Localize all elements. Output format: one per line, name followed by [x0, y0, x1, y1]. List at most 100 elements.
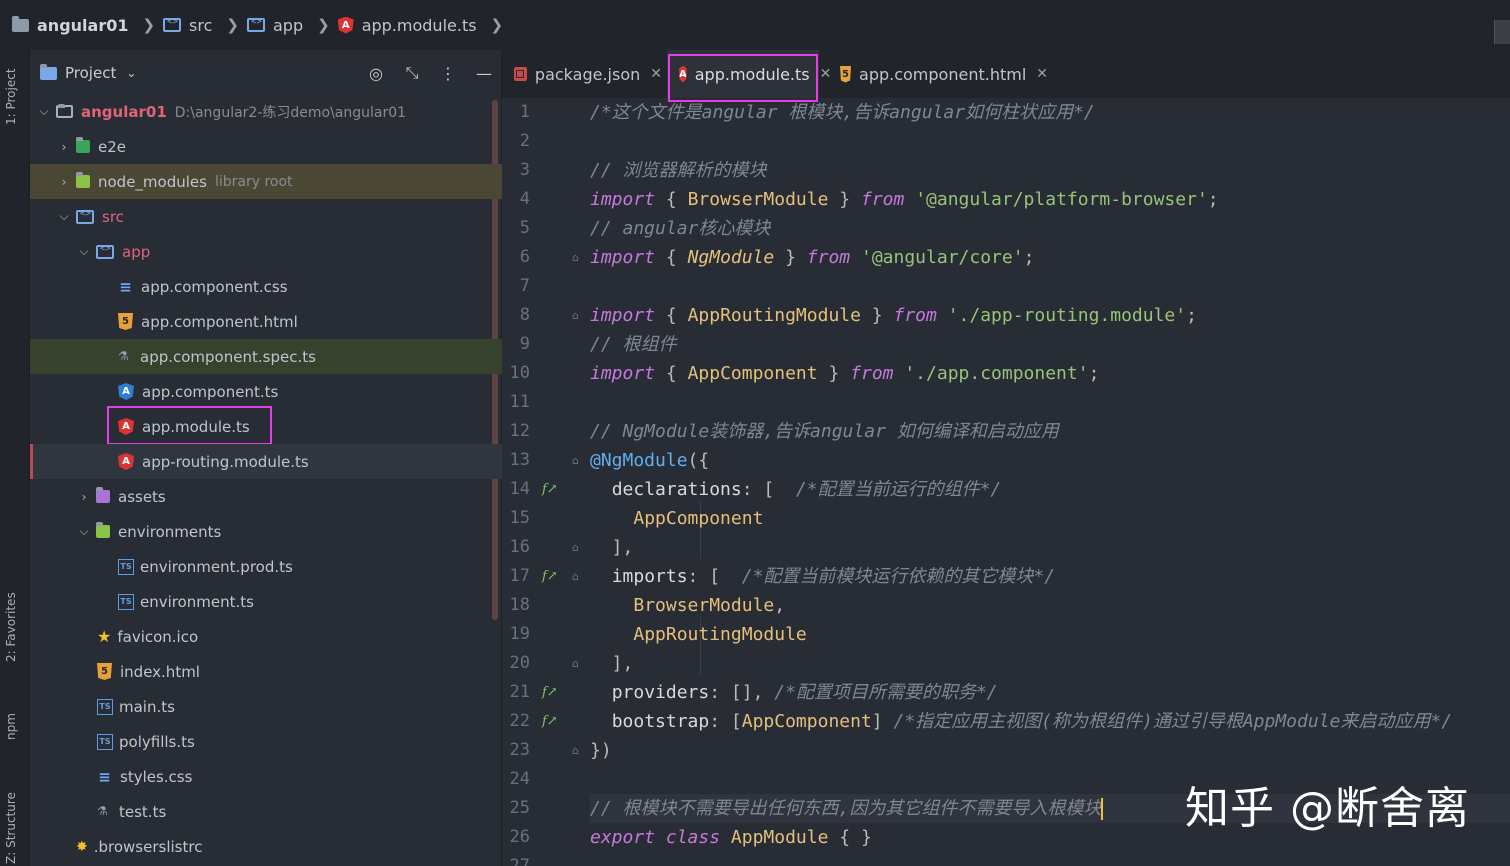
tree-item-app[interactable]: ⌵ app	[30, 234, 502, 269]
tree-item-app-component-ts[interactable]: A app.component.ts	[30, 374, 502, 409]
tree-item-polyfills[interactable]: TS polyfills.ts	[30, 724, 502, 759]
code-line-19: AppRoutingModule	[633, 624, 807, 645]
line-number: 12	[509, 421, 530, 441]
line-number: 10	[509, 363, 530, 383]
tree-item-app-routing[interactable]: A app-routing.module.ts	[30, 444, 502, 479]
tree-item-favicon[interactable]: ★ favicon.ico	[30, 619, 502, 654]
chevron-down-icon: ⌵	[79, 244, 89, 258]
code-line-17: imports: [ /*配置当前模块运行依赖的其它模块*/	[611, 566, 1056, 587]
code-line-10: import { AppComponent } from './app.comp…	[590, 363, 1100, 384]
close-icon[interactable]: ✕	[650, 66, 662, 82]
tree-item-assets[interactable]: › assets	[30, 479, 502, 514]
fold-icon[interactable]: ⌂	[572, 562, 584, 591]
breadcrumb-item-project[interactable]: angular01	[12, 15, 128, 35]
close-icon[interactable]: ✕	[1036, 66, 1048, 82]
tree-item-app-component-html[interactable]: 5 app.component.html	[30, 304, 502, 339]
tree-item-environment-prod[interactable]: TS environment.prod.ts	[30, 549, 502, 584]
npm-tool-tab[interactable]: npm	[4, 713, 18, 740]
line-number: 18	[509, 595, 530, 615]
tree-item-test[interactable]: ⚗ test.ts	[30, 794, 502, 829]
breadcrumb-item-file[interactable]: A app.module.ts	[337, 16, 477, 35]
source-folder-icon	[163, 17, 182, 32]
fold-icon[interactable]: ⌂	[572, 533, 584, 562]
json-icon	[514, 67, 527, 81]
line-number: 1	[519, 102, 530, 122]
tree-item-e2e[interactable]: › e2e	[30, 129, 502, 164]
implemented-marker-icon[interactable]: f↗	[542, 562, 562, 591]
breadcrumb-item-src[interactable]: src	[163, 16, 212, 35]
fold-icon[interactable]: ⌂	[572, 446, 584, 475]
source-folder-icon	[246, 17, 265, 32]
implemented-marker-icon[interactable]: f↗	[542, 475, 562, 504]
tab-package-json[interactable]: package.json ✕	[502, 50, 662, 98]
tree-item-root[interactable]: ⌵ angular01 D:\angular2-练习demo\angular01	[30, 94, 502, 129]
tree-item-environment[interactable]: TS environment.ts	[30, 584, 502, 619]
collapse-icon[interactable]: ⤡	[394, 63, 430, 83]
tab-app-component-html[interactable]: 5 app.component.html ✕	[828, 50, 1048, 98]
target-icon[interactable]: ◎	[358, 64, 394, 83]
favorites-tool-tab[interactable]: 2: Favorites	[4, 592, 18, 662]
implemented-marker-icon[interactable]: f↗	[542, 678, 562, 707]
editor-tabs: package.json ✕ A app.module.ts ✕ 5 app.c…	[502, 50, 1510, 102]
project-tool-tab[interactable]: 1: Project	[4, 68, 18, 125]
gear-icon: ✸	[76, 838, 88, 855]
tree-item-app-component-css[interactable]: ≡ app.component.css	[30, 269, 502, 304]
more-icon[interactable]: ⋮	[430, 64, 466, 83]
fold-icon[interactable]: ⌂	[572, 736, 584, 765]
chevron-right-icon: ❯	[226, 16, 239, 34]
breadcrumb-item-app[interactable]: app	[246, 16, 303, 35]
chevron-right-icon: ❯	[142, 16, 156, 34]
line-number: 8	[519, 305, 530, 325]
code-line-9: // 根组件	[590, 334, 677, 355]
angular-icon: A	[118, 453, 134, 470]
code-line-4: import { BrowserModule } from '@angular/…	[590, 189, 1219, 210]
typescript-icon: TS	[97, 698, 113, 715]
code-line-21: providers: [], /*配置项目所需要的职务*/	[611, 682, 998, 703]
code-line-13: @NgModule({	[590, 450, 710, 471]
fold-icon[interactable]: ⌂	[572, 243, 584, 272]
line-number: 5	[519, 218, 530, 238]
source-folder-icon	[96, 244, 114, 259]
line-number: 7	[519, 276, 530, 296]
tree-item-styles[interactable]: ≡ styles.css	[30, 759, 502, 794]
implemented-marker-icon[interactable]: f↗	[542, 707, 562, 736]
tree-item-node-modules[interactable]: › node_modules library root	[30, 164, 502, 199]
resource-folder-icon	[96, 487, 110, 503]
fold-icon[interactable]: ⌂	[572, 301, 584, 330]
folder-icon	[56, 104, 73, 118]
edge-widget-icon[interactable]	[1494, 20, 1510, 44]
chevron-right-icon: ›	[61, 139, 67, 154]
typescript-icon: TS	[97, 733, 113, 750]
line-number: 19	[509, 624, 530, 644]
chevron-down-icon: ⌵	[39, 104, 49, 118]
line-number: 17	[509, 566, 530, 586]
breadcrumb: angular01 ❯ src ❯ app ❯ A app.module.ts …	[0, 0, 1510, 50]
tree-item-app-component-spec[interactable]: ⚗ app.component.spec.ts	[30, 339, 502, 374]
structure-tool-tab[interactable]: Z: Structure	[4, 792, 18, 864]
text-caret	[1101, 798, 1104, 820]
fold-icon[interactable]: ⌂	[572, 649, 584, 678]
library-folder-icon	[76, 172, 90, 188]
html5-icon: 5	[118, 313, 133, 330]
code-line-20: ],	[590, 653, 634, 674]
test-file-icon: ⚗	[118, 348, 129, 363]
code-line-3: // 浏览器解析的模块	[590, 160, 767, 181]
editor: package.json ✕ A app.module.ts ✕ 5 app.c…	[502, 50, 1510, 866]
watermark: 知乎 @断舍离	[1185, 783, 1470, 834]
project-view-selector[interactable]: Project	[65, 64, 116, 82]
tree-item-main-ts[interactable]: TS main.ts	[30, 689, 502, 724]
minimize-icon[interactable]: —	[466, 64, 502, 83]
tree-item-src[interactable]: ⌵ src	[30, 199, 502, 234]
css-icon: ≡	[119, 277, 132, 296]
project-panel: Project ⌄ ◎ ⤡ ⋮ — ⌵ angular01 D:\angular…	[30, 50, 502, 866]
line-number: 27	[509, 856, 530, 866]
tree-item-index-html[interactable]: 5 index.html	[30, 654, 502, 689]
tree-item-environments[interactable]: ⌵ environments	[30, 514, 502, 549]
project-folder-icon	[40, 63, 57, 80]
line-number: 6	[519, 247, 530, 267]
line-number: 2	[519, 131, 530, 151]
code-area[interactable]: /*这个文件是angular 根模块,告诉angular如何柱状应用*/ // …	[590, 98, 1510, 866]
line-number: 20	[509, 653, 530, 673]
chevron-down-icon[interactable]: ⌄	[126, 66, 136, 80]
tree-item-browserslist[interactable]: ✸ .browserslistrc	[30, 829, 502, 864]
